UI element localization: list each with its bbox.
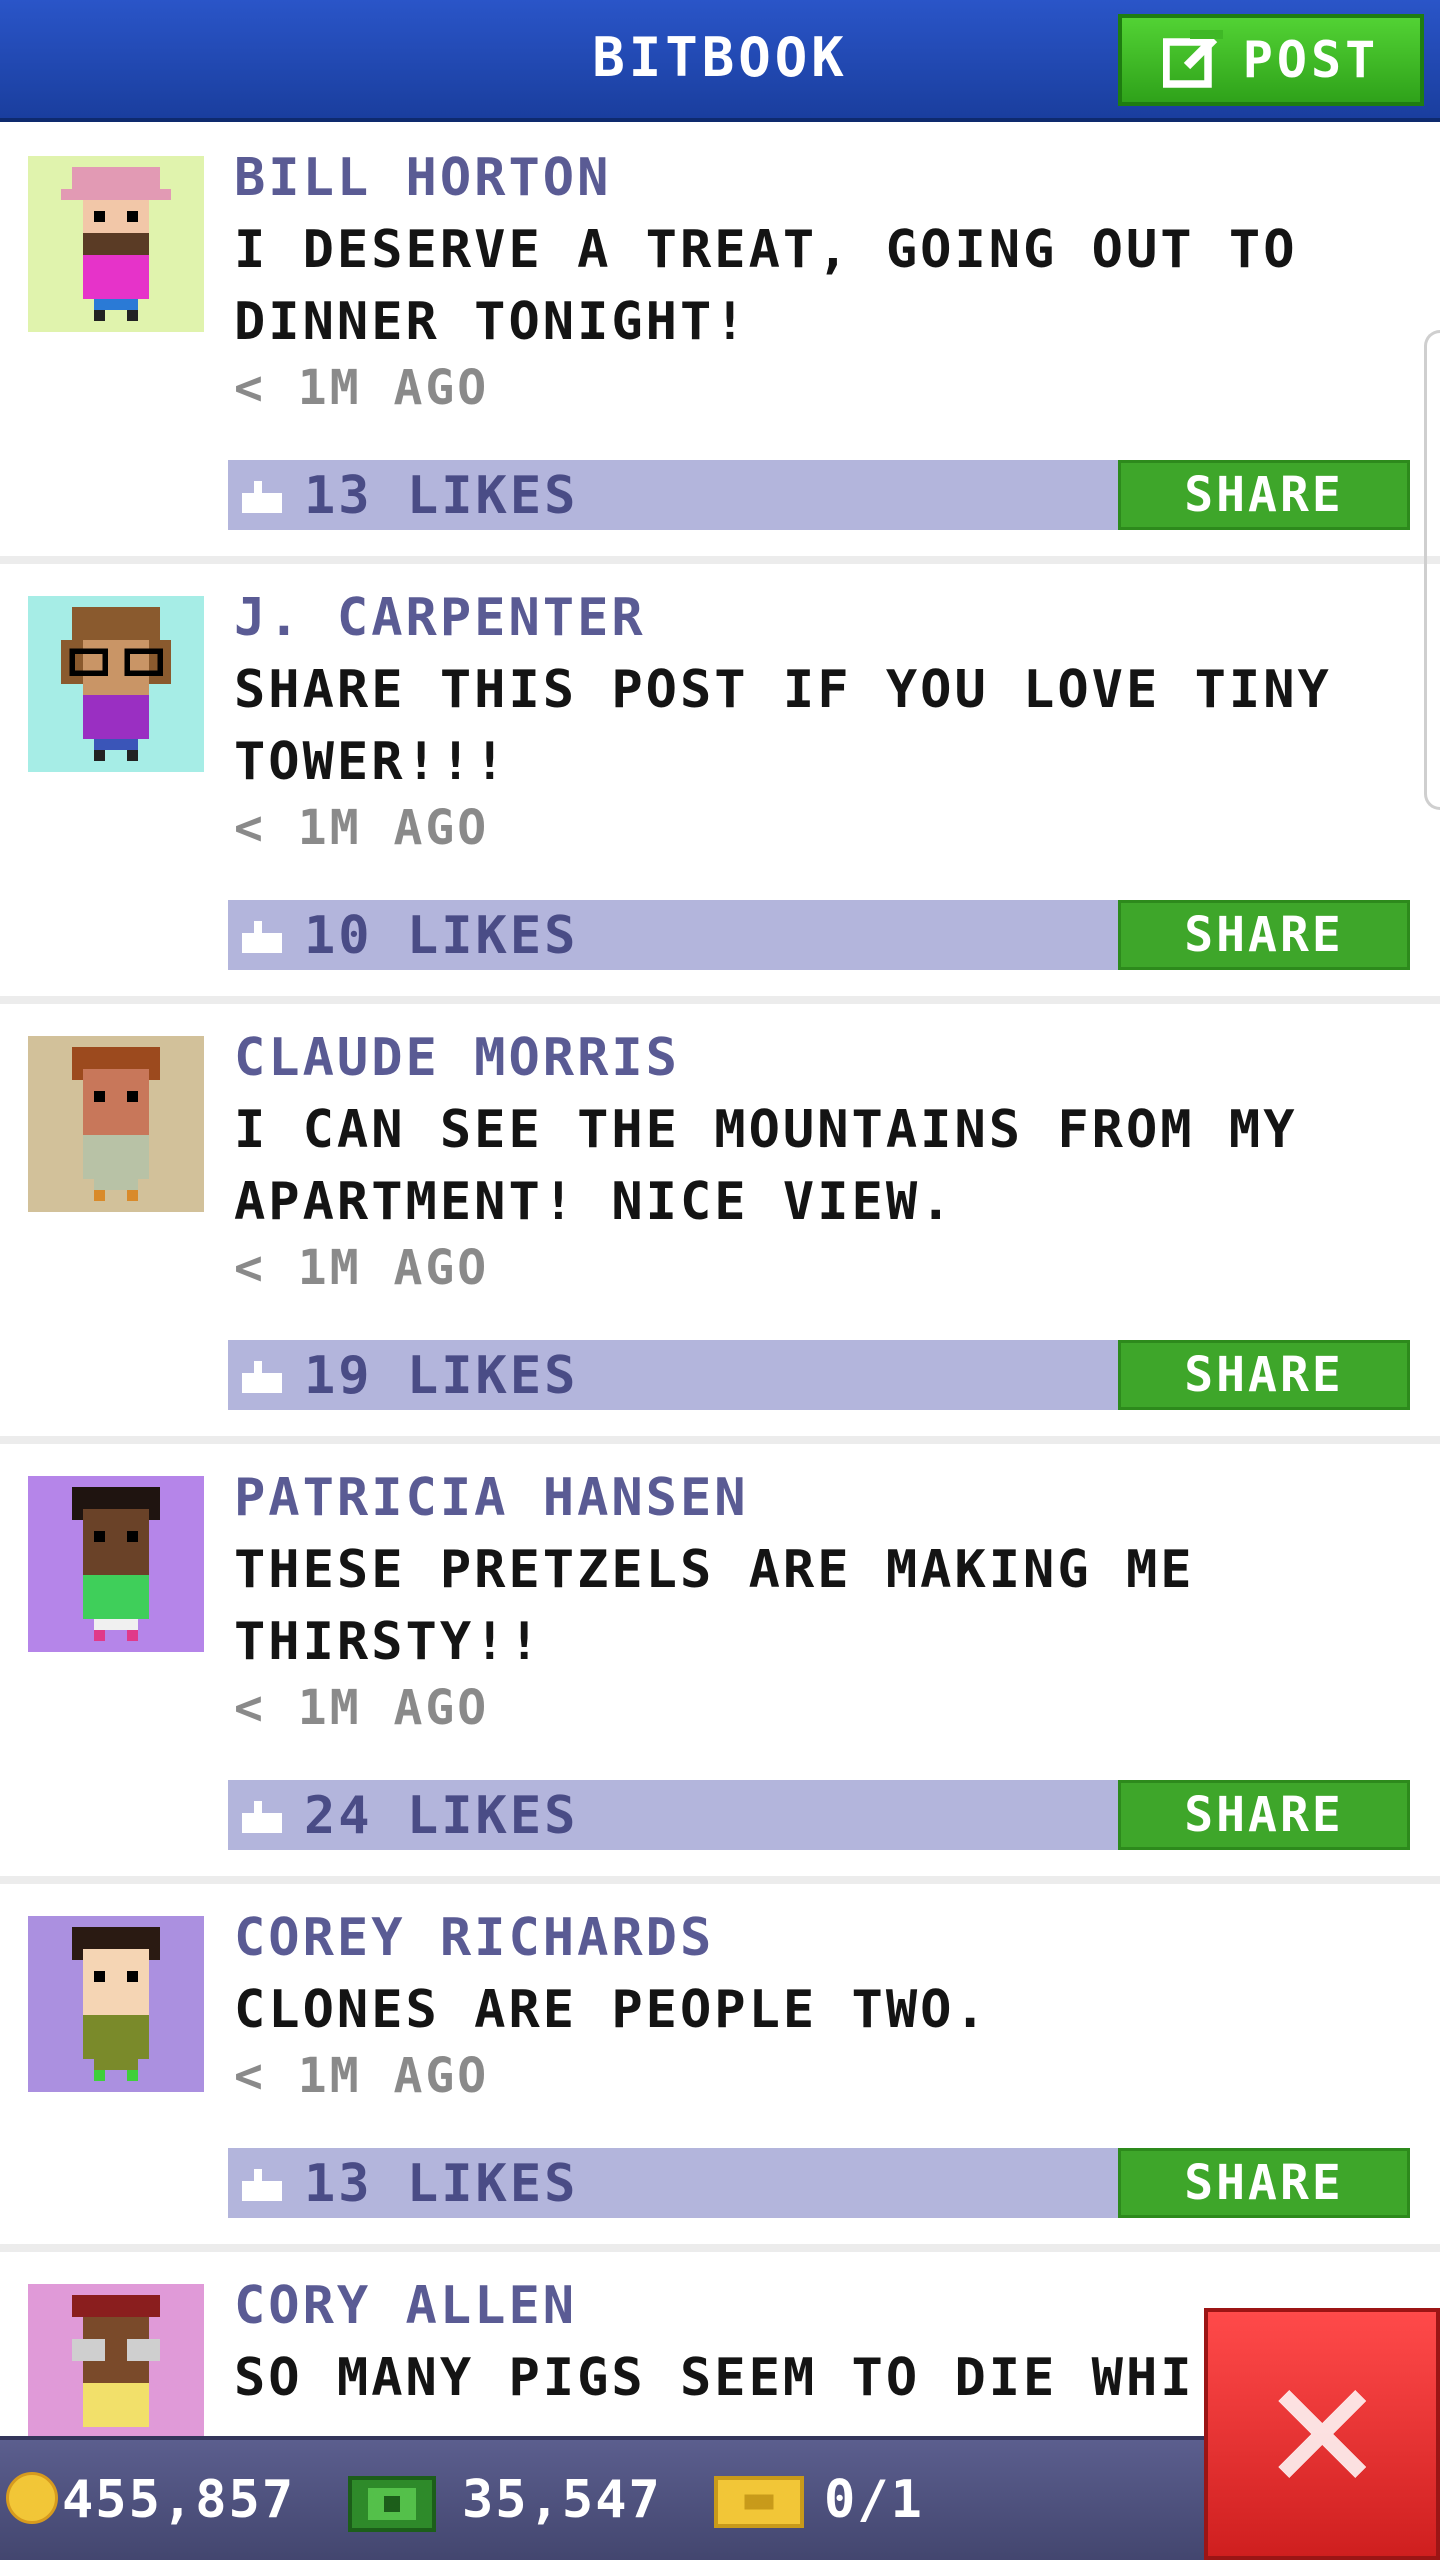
divider <box>0 1436 1440 1444</box>
divider <box>0 556 1440 564</box>
avatar[interactable] <box>28 1916 204 2092</box>
share-button[interactable]: SHARE <box>1118 1780 1410 1850</box>
like-icon[interactable] <box>242 1800 282 1834</box>
list-item: CLAUDE MORRIS I CAN SEE THE MOUNTAINS FR… <box>0 1006 1440 1446</box>
post-message: SO MANY PIGS SEEM TO DIE WHI <box>234 2348 1195 2408</box>
list-item: COREY RICHARDS CLONES ARE PEOPLE TWO. < … <box>0 1886 1440 2254</box>
post-author: BILL HORTON <box>234 148 612 208</box>
feed-list[interactable]: BILL HORTON I DESERVE A TREAT, GOING OUT… <box>0 126 1440 2436</box>
post-message: I CAN SEE THE MOUNTAINS FROM MY APARTMEN… <box>234 1100 1298 1232</box>
likes-bar: 10 LIKES SHARE <box>228 900 1410 970</box>
post-author: J. CARPENTER <box>234 588 646 648</box>
ticket-icon <box>714 2476 804 2528</box>
like-icon[interactable] <box>242 480 282 514</box>
post-message: CLONES ARE PEOPLE TWO. <box>234 1980 989 2040</box>
avatar[interactable] <box>28 1476 204 1652</box>
share-button[interactable]: SHARE <box>1118 2148 1410 2218</box>
like-icon[interactable] <box>242 920 282 954</box>
like-icon[interactable] <box>242 1360 282 1394</box>
likes-bar: 24 LIKES SHARE <box>228 1780 1410 1850</box>
avatar[interactable] <box>28 2284 204 2436</box>
likes-count: 10 LIKES <box>304 906 579 966</box>
post-author: COREY RICHARDS <box>234 1908 715 1968</box>
divider <box>0 2244 1440 2252</box>
post-button[interactable]: POST <box>1118 14 1424 106</box>
post-message: THESE PRETZELS ARE MAKING ME THIRSTY!! <box>234 1540 1195 1672</box>
scrollbar[interactable] <box>1424 330 1440 810</box>
app-header: BITBOOK POST <box>0 0 1440 122</box>
post-author: PATRICIA HANSEN <box>234 1468 749 1528</box>
share-button[interactable]: SHARE <box>1118 1340 1410 1410</box>
avatar[interactable] <box>28 596 204 772</box>
avatar[interactable] <box>28 156 204 332</box>
coins-count: 455,857 <box>62 2470 296 2530</box>
post-author: CLAUDE MORRIS <box>234 1028 680 1088</box>
likes-count: 13 LIKES <box>304 466 579 526</box>
post-time: < 1M AGO <box>234 360 490 416</box>
likes-bar: 13 LIKES SHARE <box>228 2148 1410 2218</box>
divider <box>0 996 1440 1004</box>
divider <box>0 1876 1440 1884</box>
close-button[interactable] <box>1204 2308 1440 2560</box>
likes-count: 24 LIKES <box>304 1786 579 1846</box>
likes-bar: 19 LIKES SHARE <box>228 1340 1410 1410</box>
list-item: PATRICIA HANSEN THESE PRETZELS ARE MAKIN… <box>0 1446 1440 1886</box>
post-author: CORY ALLEN <box>234 2276 578 2336</box>
coin-icon <box>6 2472 58 2524</box>
share-button[interactable]: SHARE <box>1118 900 1410 970</box>
share-button[interactable]: SHARE <box>1118 460 1410 530</box>
post-message: I DESERVE A TREAT, GOING OUT TO DINNER T… <box>234 220 1298 352</box>
likes-bar: 13 LIKES SHARE <box>228 460 1410 530</box>
likes-count: 19 LIKES <box>304 1346 579 1406</box>
bux-icon <box>348 2476 436 2532</box>
post-time: < 1M AGO <box>234 800 490 856</box>
ticket-count: 0/1 <box>824 2470 924 2530</box>
compose-icon <box>1162 30 1223 88</box>
avatar[interactable] <box>28 1036 204 1212</box>
post-time: < 1M AGO <box>234 1240 490 1296</box>
post-time: < 1M AGO <box>234 2048 490 2104</box>
post-button-label: POST <box>1242 31 1380 89</box>
likes-count: 13 LIKES <box>304 2154 579 2214</box>
bux-count: 35,547 <box>462 2470 662 2530</box>
like-icon[interactable] <box>242 2168 282 2202</box>
close-icon <box>1278 2390 1366 2478</box>
post-message: SHARE THIS POST IF YOU LOVE TINY TOWER!!… <box>234 660 1332 792</box>
list-item: BILL HORTON I DESERVE A TREAT, GOING OUT… <box>0 126 1440 566</box>
post-time: < 1M AGO <box>234 1680 490 1736</box>
list-item: J. CARPENTER SHARE THIS POST IF YOU LOVE… <box>0 566 1440 1006</box>
